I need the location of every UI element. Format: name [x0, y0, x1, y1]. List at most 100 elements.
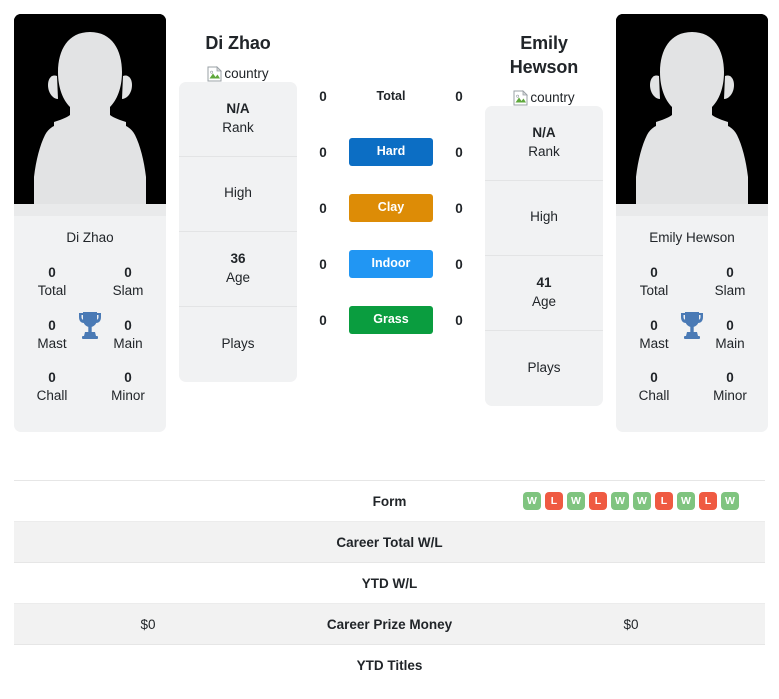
detail-value: 41	[536, 274, 552, 290]
title-stat-value: 0	[48, 265, 56, 281]
avatar	[616, 14, 768, 216]
titles-grid-right: 0 Total 0 Slam 0 Mast 0 Main 0 Chall 0 M…	[616, 258, 768, 431]
h2h-row-grass: 0 Grass 0	[297, 292, 485, 348]
table-row: YTD Titles	[14, 644, 765, 685]
title-stat-label: Chall	[36, 388, 68, 404]
h2h-left-value: 0	[319, 256, 327, 272]
detail-high-left: High	[179, 157, 297, 232]
h2h-row-indoor: 0 Indoor 0	[297, 236, 485, 292]
row-label: YTD W/L	[361, 575, 418, 591]
h2h-row-hard: 0 Hard 0	[297, 124, 485, 180]
form-badge: L	[699, 492, 717, 510]
detail-plays-right: Plays	[485, 331, 603, 406]
title-stat: 0 Total	[616, 258, 692, 310]
title-stat-label: Minor	[111, 388, 145, 404]
h2h-row-total: 0 Total 0	[297, 68, 485, 124]
form-badge: W	[721, 492, 739, 510]
title-stat-value: 0	[124, 370, 132, 386]
row-left-value: $0	[140, 616, 156, 632]
title-stat-label: Slam	[112, 283, 144, 299]
title-stat-label: Total	[639, 283, 669, 299]
player-comparison-page: Di Zhao 0 Total 0 Slam 0 Mast 0 Main 0 C…	[0, 0, 779, 699]
title-stat: 0 Total	[14, 258, 90, 310]
player-card-name: Di Zhao	[66, 230, 114, 245]
detail-label: Rank	[528, 143, 560, 159]
form-badge: W	[611, 492, 629, 510]
broken-image-icon	[207, 65, 223, 82]
detail-high-right: High	[485, 181, 603, 256]
row-right-value: W L W L W W L W L W	[497, 492, 765, 510]
h2h-surface-label: Total	[376, 89, 406, 103]
h2h-right-value: 0	[455, 200, 463, 216]
h2h-surface-badge-indoor[interactable]: Indoor	[349, 250, 433, 278]
title-stat: 0 Chall	[14, 363, 90, 415]
h2h-right-value: 0	[455, 312, 463, 328]
player-card-right[interactable]: Emily Hewson 0 Total 0 Slam 0 Mast 0 Mai…	[616, 14, 768, 432]
title-stat: 0 Minor	[692, 363, 768, 415]
row-right-value: $0	[623, 616, 639, 632]
row-label: Career Total W/L	[336, 534, 443, 550]
trophy-icon	[679, 310, 705, 340]
form-badge: L	[655, 492, 673, 510]
country-label-right: country	[530, 90, 575, 105]
detail-value: N/A	[532, 124, 556, 140]
h2h-surface-badge-clay[interactable]: Clay	[349, 194, 433, 222]
detail-label: Rank	[222, 119, 254, 135]
comparison-header: Di Zhao 0 Total 0 Slam 0 Mast 0 Main 0 C…	[0, 0, 779, 470]
title-stat-value: 0	[124, 265, 132, 281]
title-stat-label: Chall	[638, 388, 670, 404]
form-badge: L	[589, 492, 607, 510]
form-badge: W	[523, 492, 541, 510]
row-label: YTD Titles	[356, 657, 423, 673]
h2h-left-value: 0	[319, 144, 327, 160]
form-badge: W	[567, 492, 585, 510]
player-details-right: Emily Hewson country N/A Rank High 41 Ag…	[485, 10, 603, 406]
title-stat-value: 0	[726, 265, 734, 281]
form-strip-right: W L W L W W L W L W	[523, 492, 739, 510]
h2h-row-clay: 0 Clay 0	[297, 180, 485, 236]
title-stat-value: 0	[726, 370, 734, 386]
comparison-table: Form W L W L W W L W L W Career Total W/…	[0, 480, 779, 685]
titles-grid-left: 0 Total 0 Slam 0 Mast 0 Main 0 Chall 0 M…	[14, 258, 166, 431]
detail-label: Plays	[527, 359, 561, 375]
detail-box-right: N/A Rank High 41 Age Plays	[485, 105, 603, 406]
table-row: YTD W/L	[14, 562, 765, 603]
title-stat-value: 0	[650, 370, 658, 386]
title-stat-value: 0	[650, 265, 658, 281]
country-flag-row-left: country	[207, 65, 269, 82]
page-title-left[interactable]: Di Zhao	[205, 32, 270, 56]
h2h-left-value: 0	[319, 312, 327, 328]
detail-rank-left: N/A Rank	[179, 82, 297, 157]
title-stat-value: 0	[48, 370, 56, 386]
h2h-surface-badge-grass[interactable]: Grass	[349, 306, 433, 334]
detail-age-left: 36 Age	[179, 232, 297, 307]
h2h-surface-badge-hard[interactable]: Hard	[349, 138, 433, 166]
trophy-icon	[77, 310, 103, 340]
player-card-left[interactable]: Di Zhao 0 Total 0 Slam 0 Mast 0 Main 0 C…	[14, 14, 166, 432]
detail-label: Age	[225, 269, 251, 285]
h2h-right-value: 0	[455, 144, 463, 160]
detail-label: Age	[531, 293, 557, 309]
form-badge: L	[545, 492, 563, 510]
title-stat: 0 Slam	[90, 258, 166, 310]
detail-box-left: N/A Rank High 36 Age Plays	[179, 81, 297, 382]
h2h-left-value: 0	[319, 88, 327, 104]
country-label-left: country	[224, 66, 269, 82]
detail-plays-left: Plays	[179, 307, 297, 382]
title-stat-label: Slam	[714, 283, 746, 299]
page-title-right[interactable]: Emily Hewson	[485, 32, 603, 80]
title-stat: 0 Chall	[616, 363, 692, 415]
form-badge: W	[677, 492, 695, 510]
table-row: $0 Career Prize Money $0	[14, 603, 765, 644]
row-label: Career Prize Money	[326, 616, 453, 632]
detail-value: 36	[230, 250, 246, 266]
detail-rank-right: N/A Rank	[485, 106, 603, 181]
form-badge: W	[633, 492, 651, 510]
detail-label: Plays	[221, 335, 255, 351]
player-details-left: Di Zhao country N/A Rank High 36 Age Pla…	[179, 10, 297, 382]
table-row: Career Total W/L	[14, 521, 765, 562]
broken-image-icon	[513, 89, 529, 105]
h2h-right-value: 0	[455, 88, 463, 104]
title-stat-label: Total	[37, 283, 67, 299]
title-stat-label: Minor	[713, 388, 747, 404]
